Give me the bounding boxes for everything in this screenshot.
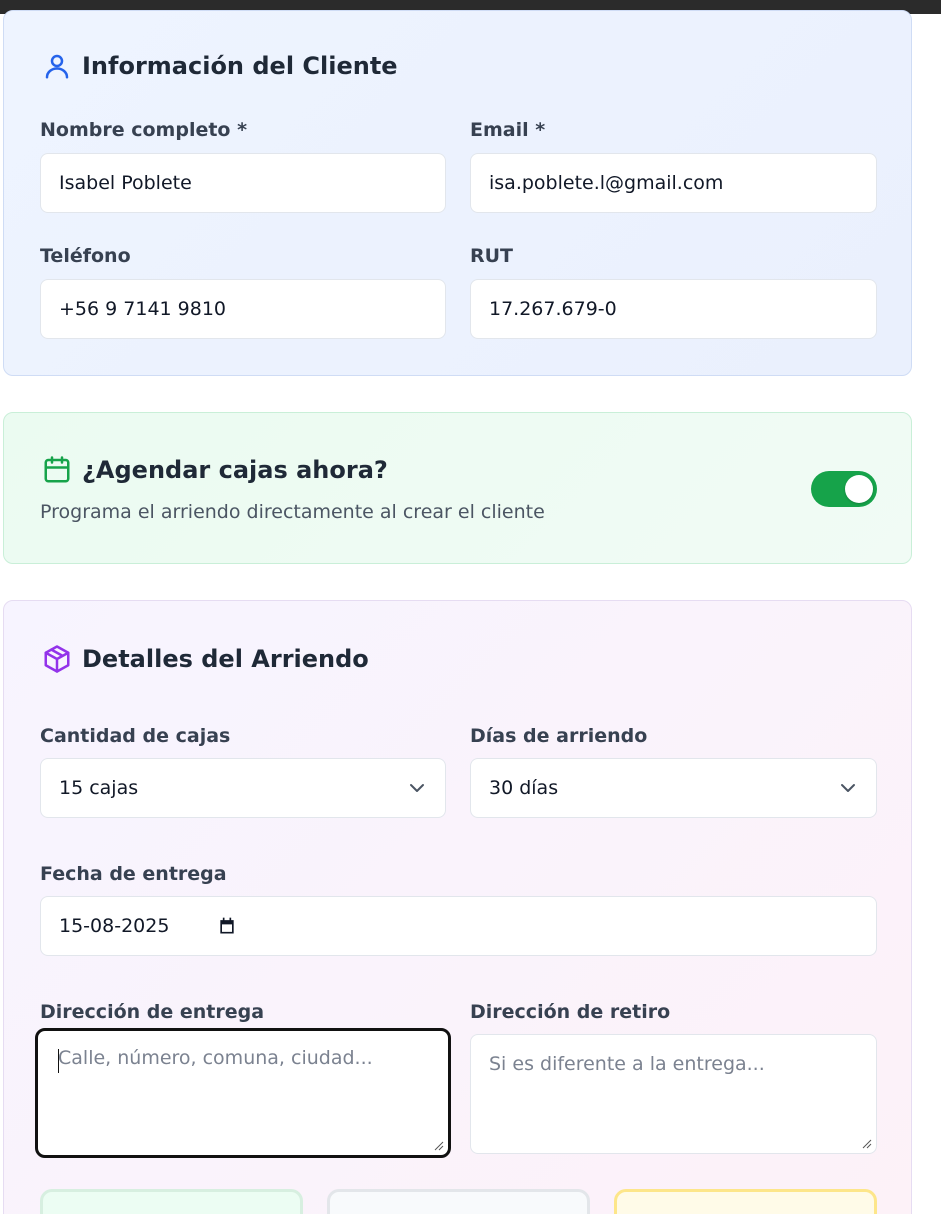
box-quantity-value: 15 cajas [59,777,139,799]
resize-grip-icon[interactable] [862,1139,872,1149]
package-icon [44,645,70,673]
email-value: isa.poblete.l@gmail.com [489,172,724,194]
email-label: Email * [470,119,546,141]
calendar-icon [44,456,70,483]
rut-input[interactable]: 17.267.679-0 [470,279,877,339]
name-input[interactable]: Isabel Poblete [40,153,446,213]
summary-card-green [40,1189,303,1214]
box-quantity-label: Cantidad de cajas [40,725,231,747]
chevron-down-icon [410,784,424,792]
box-quantity-select[interactable]: 15 cajas [40,758,446,818]
delivery-date-label: Fecha de entrega [40,863,227,885]
toggle-knob [845,475,873,503]
calendar-picker-icon[interactable] [217,916,237,936]
delivery-date-value: 15-08-2025 [59,915,170,937]
delivery-address-textarea[interactable]: Calle, número, comuna, ciudad... [35,1028,451,1158]
resize-grip-icon[interactable] [434,1141,444,1151]
user-icon [45,54,69,79]
chevron-down-icon [841,784,855,792]
delivery-date-input[interactable]: 15-08-2025 [40,896,877,956]
phone-label: Teléfono [40,245,131,267]
name-value: Isabel Poblete [59,172,192,194]
email-input[interactable]: isa.poblete.l@gmail.com [470,153,877,213]
schedule-description: Programa el arriendo directamente al cre… [40,501,545,523]
rut-value: 17.267.679-0 [489,298,617,320]
rental-section-title: Detalles del Arriendo [82,645,369,673]
schedule-card: ¿Agendar cajas ahora? Programa el arrien… [3,412,912,564]
phone-value: +56 9 7141 9810 [59,298,227,320]
phone-input[interactable]: +56 9 7141 9810 [40,279,446,339]
client-section-title: Información del Cliente [82,52,398,80]
pickup-address-textarea[interactable]: Si es diferente a la entrega... [470,1034,877,1154]
rental-days-select[interactable]: 30 días [470,758,877,818]
rental-days-label: Días de arriendo [470,725,648,747]
summary-card-gray [327,1189,590,1214]
rut-label: RUT [470,245,514,267]
delivery-address-label: Dirección de entrega [40,1001,265,1023]
schedule-section-title: ¿Agendar cajas ahora? [82,456,388,484]
rental-details-card: Detalles del Arriendo Cantidad de cajas … [3,600,912,1214]
schedule-toggle[interactable] [811,471,877,507]
pickup-address-label: Dirección de retiro [470,1001,671,1023]
name-label: Nombre completo * [40,119,248,141]
rental-days-value: 30 días [489,777,559,799]
delivery-address-placeholder: Calle, número, comuna, ciudad... [58,1047,373,1069]
summary-card-yellow [614,1189,877,1214]
pickup-address-placeholder: Si es diferente a la entrega... [489,1053,765,1075]
client-info-card: Información del Cliente Nombre completo … [3,10,912,376]
